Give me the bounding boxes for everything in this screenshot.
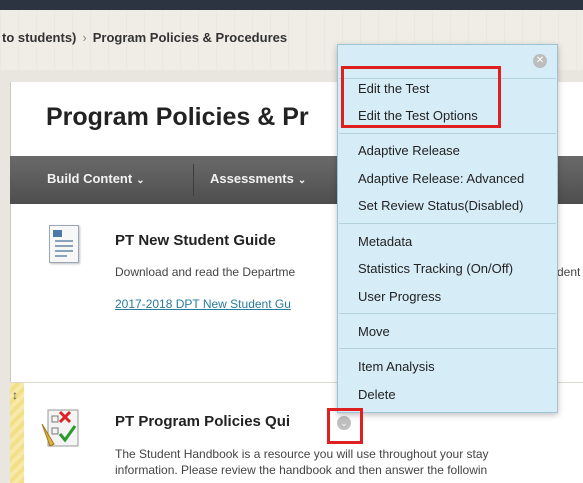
item-title-student-guide[interactable]: PT New Student Guide (115, 232, 276, 249)
highlight-box-menu (341, 66, 501, 128)
menu-item-statistics-tracking[interactable]: Statistics Tracking (On/Off) (358, 261, 513, 276)
assessments-label: Assessments (210, 171, 294, 186)
item-description-tail: dent (557, 265, 581, 279)
menu-item-set-review-status[interactable]: Set Review Status(Disabled) (358, 198, 523, 213)
build-content-label: Build Content (47, 171, 133, 186)
item-description: Download and read the Departme (115, 265, 296, 279)
menu-item-delete[interactable]: Delete (358, 387, 396, 402)
drag-handle-icon[interactable]: ↕ (12, 388, 18, 402)
chevron-down-icon: ⌄ (136, 175, 145, 186)
action-divider (193, 164, 194, 196)
quiz-description-line1: The Student Handbook is a resource you w… (115, 447, 489, 461)
menu-item-metadata[interactable]: Metadata (358, 234, 412, 249)
menu-item-adaptive-release-advanced[interactable]: Adaptive Release: Advanced (358, 171, 524, 186)
close-icon[interactable]: ✕ (533, 54, 547, 68)
menu-divider (339, 348, 556, 349)
assessments-menu[interactable]: Assessments ⌄ (210, 171, 306, 186)
test-icon (41, 409, 79, 447)
menu-item-adaptive-release[interactable]: Adaptive Release (358, 143, 460, 158)
page-title: Program Policies & Pr (46, 103, 309, 131)
menu-item-item-analysis[interactable]: Item Analysis (358, 359, 435, 374)
quiz-description-line2: information. Please review the handbook … (115, 463, 488, 477)
breadcrumb-parent[interactable]: to students) (2, 30, 76, 45)
menu-divider (339, 223, 556, 224)
chevron-down-icon: ⌄ (297, 175, 307, 186)
highlight-box-chevron (327, 408, 363, 444)
item-title-policies-quiz[interactable]: PT Program Policies Qui (115, 413, 290, 430)
menu-item-move[interactable]: Move (358, 324, 390, 339)
top-bar (0, 0, 583, 10)
menu-divider (339, 133, 556, 134)
breadcrumb-separator: › (82, 30, 87, 45)
breadcrumb: to students) › Program Policies & Procedur… (2, 30, 287, 45)
breadcrumb-current: Program Policies & Procedures (92, 30, 288, 45)
student-guide-link[interactable]: 2017-2018 DPT New Student Gu (115, 297, 291, 311)
document-icon (49, 225, 79, 263)
menu-item-user-progress[interactable]: User Progress (358, 289, 441, 304)
menu-divider (339, 313, 556, 314)
build-content-menu[interactable]: Build Content ⌄ (47, 171, 145, 186)
